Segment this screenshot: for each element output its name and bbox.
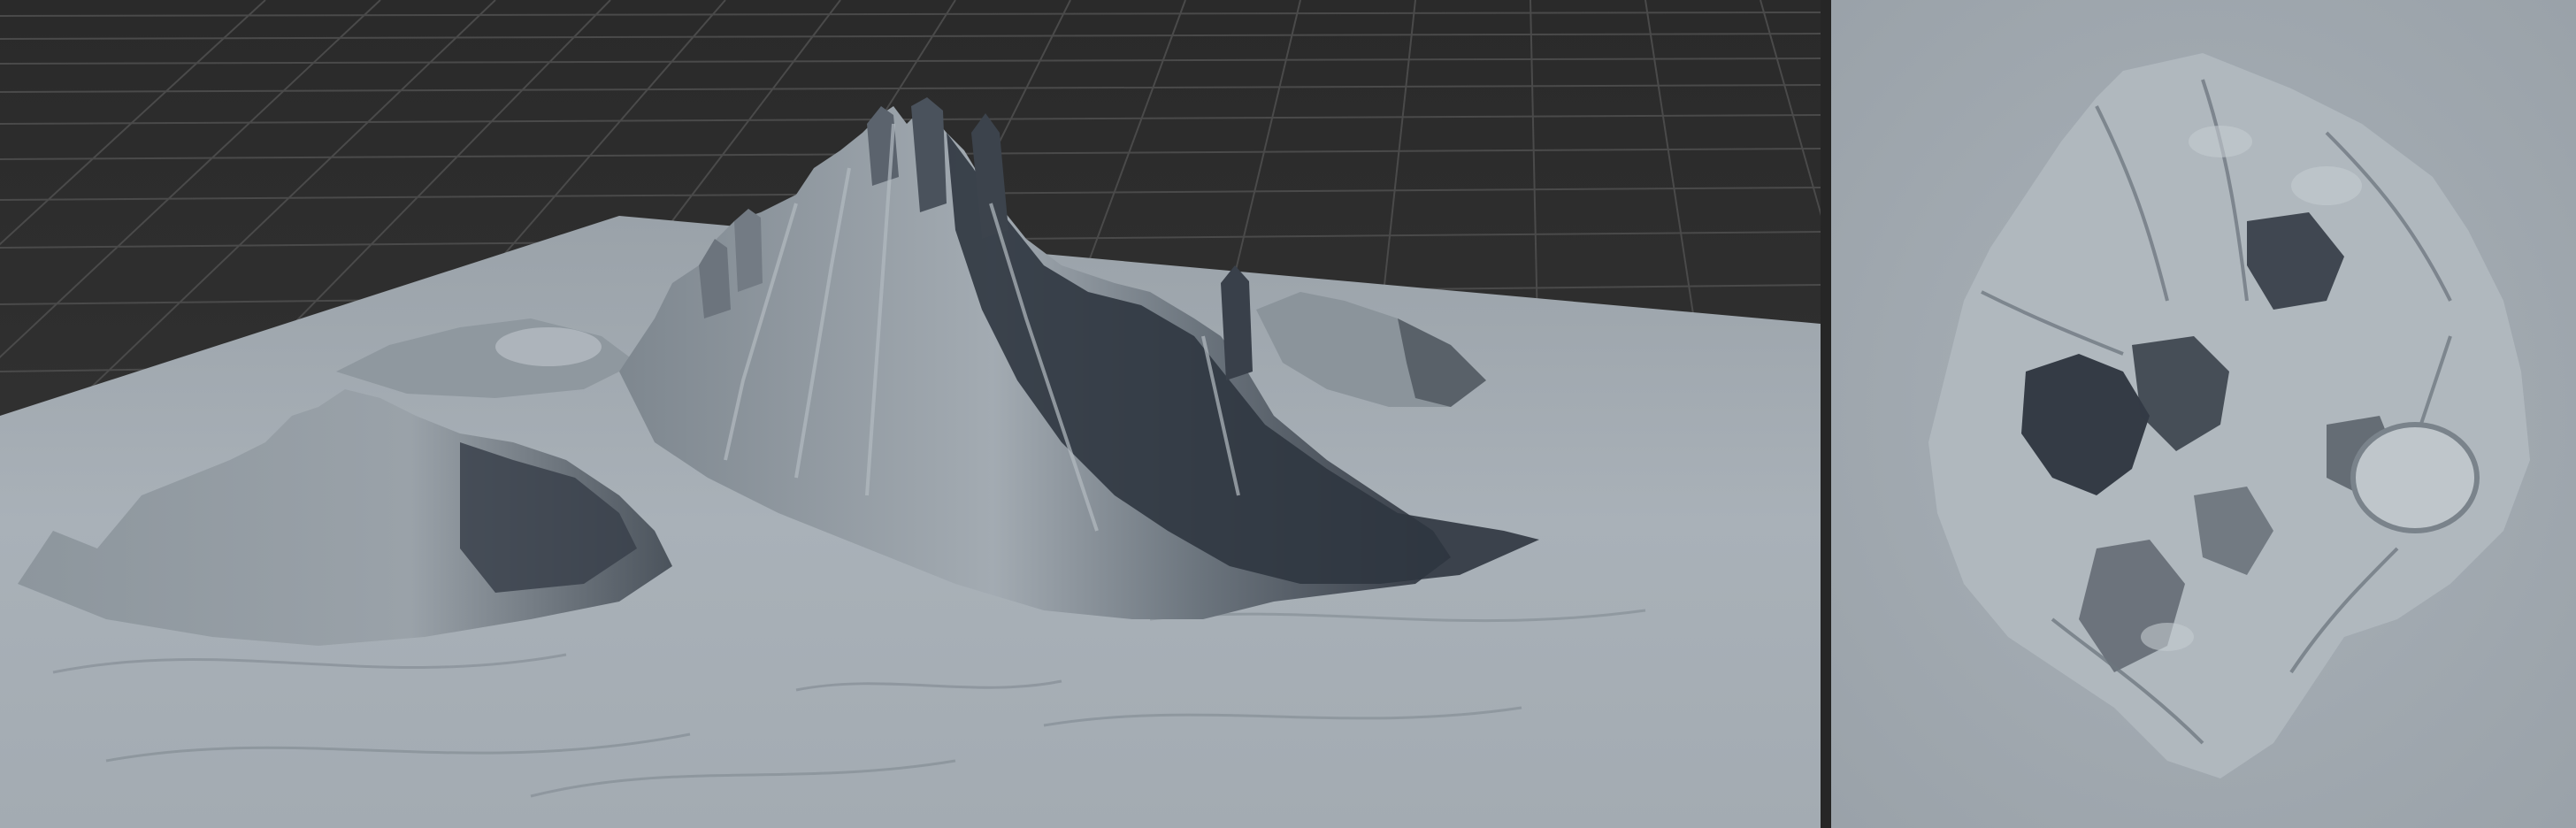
terrain-crater bbox=[495, 327, 602, 366]
top-viewport[interactable] bbox=[1831, 0, 2576, 828]
perspective-viewport[interactable] bbox=[0, 0, 1821, 828]
terrain-top-crater bbox=[2350, 422, 2480, 533]
viewport-divider[interactable] bbox=[1821, 0, 1831, 828]
top-scene bbox=[1831, 0, 2576, 828]
perspective-scene bbox=[0, 0, 1821, 828]
